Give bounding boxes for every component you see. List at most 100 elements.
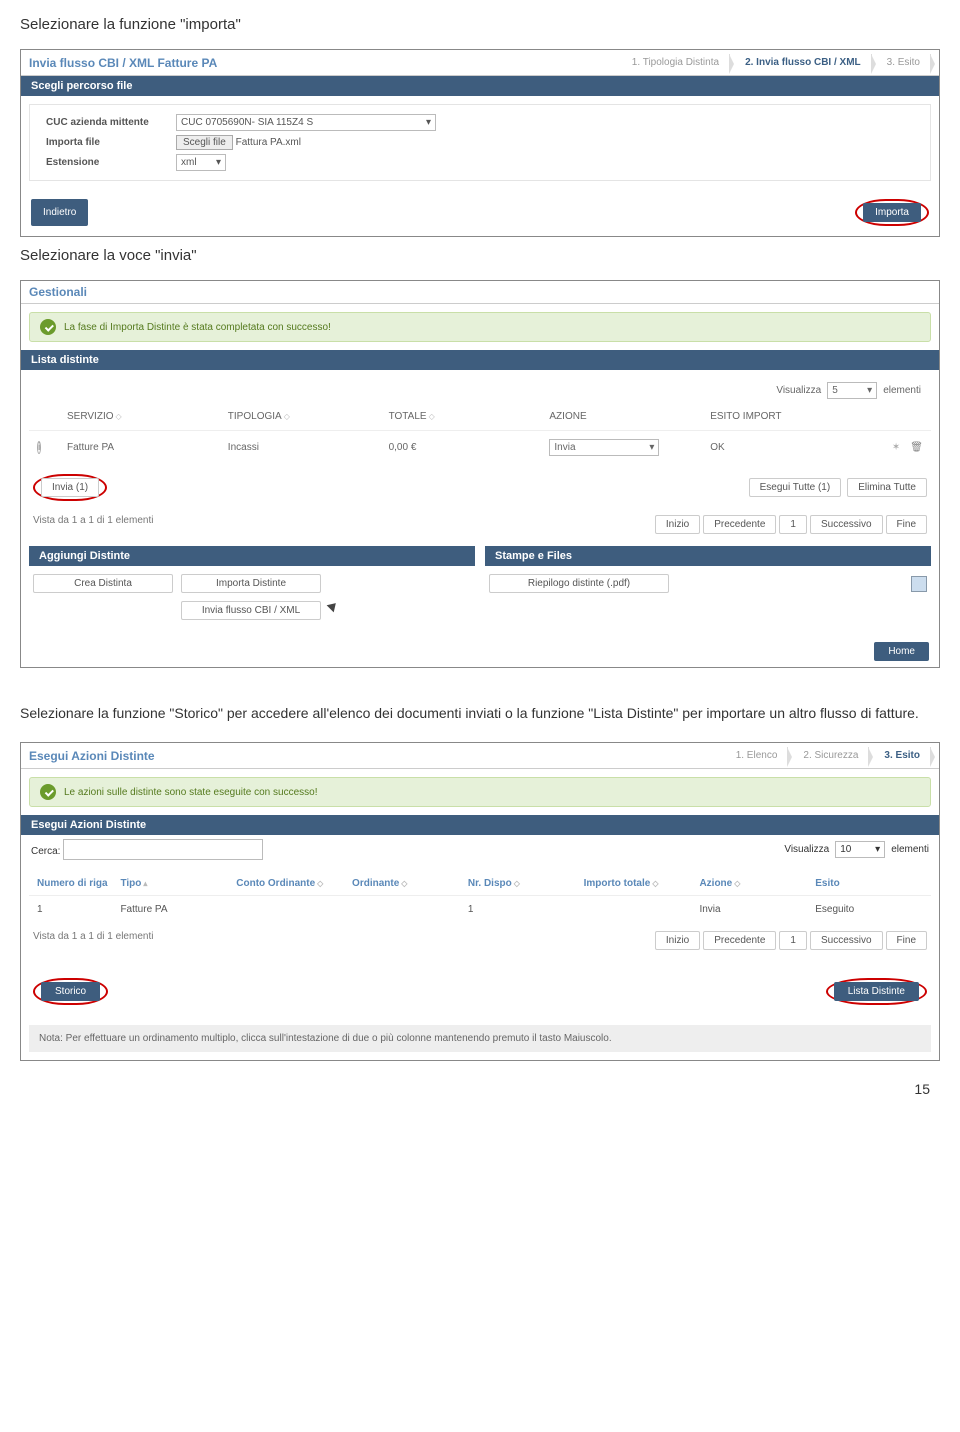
page-number: 15 bbox=[30, 1081, 930, 1097]
step-1: 1. Tipologia Distinta bbox=[617, 54, 730, 71]
panel3-title: Esegui Azioni Distinte bbox=[29, 749, 155, 763]
th-tipo[interactable]: Tipo▴ bbox=[116, 876, 232, 891]
cursor-icon bbox=[329, 601, 339, 615]
select-azione-invia[interactable]: Invia▾ bbox=[549, 439, 659, 456]
panel-invia-flusso: Invia flusso CBI / XML Fatture PA 1. Tip… bbox=[20, 49, 940, 237]
importa-distinte-button[interactable]: Importa Distinte bbox=[181, 574, 321, 593]
row-estensione: Estensione xml▾ bbox=[36, 151, 924, 174]
th-tipologia[interactable]: TIPOLOGIA◇ bbox=[224, 409, 385, 424]
select-cuc[interactable]: CUC 0705690N- SIA 115Z4 S▾ bbox=[176, 114, 436, 131]
page-fine-1[interactable]: Fine bbox=[886, 515, 927, 534]
nota-ordinamento: Nota: Per effettuare un ordinamento mult… bbox=[29, 1025, 931, 1052]
titlebar-1: Invia flusso CBI / XML Fatture PA 1. Tip… bbox=[21, 50, 939, 76]
storico-button[interactable]: Storico bbox=[41, 982, 100, 1001]
panel2-title: Gestionali bbox=[29, 285, 87, 299]
th-azione: AZIONE bbox=[545, 409, 706, 424]
th-esito: ESITO IMPORT bbox=[706, 409, 867, 424]
select-page-size-2[interactable]: 10▾ bbox=[835, 841, 885, 858]
success-banner-1: La fase di Importa Distinte è stata comp… bbox=[29, 312, 931, 342]
cell-esito: OK bbox=[706, 440, 867, 455]
vista-label-2: Vista da 1 a 1 di 1 elementi bbox=[33, 931, 153, 950]
page-succ-1[interactable]: Successivo bbox=[810, 515, 883, 534]
page-inizio-2[interactable]: Inizio bbox=[655, 931, 700, 950]
home-button[interactable]: Home bbox=[874, 642, 929, 661]
vista-label-1: Vista da 1 a 1 di 1 elementi bbox=[33, 515, 153, 534]
info-icon[interactable]: i bbox=[37, 441, 41, 454]
cerca-row: Cerca: Visualizza 10▾ elementi bbox=[21, 835, 939, 864]
page-prec-1[interactable]: Precedente bbox=[703, 515, 776, 534]
chosen-file-name: Fattura PA.xml bbox=[236, 137, 301, 148]
p3-step-1: 1. Elenco bbox=[721, 747, 789, 764]
row-cuc: CUC azienda mittente CUC 0705690N- SIA 1… bbox=[36, 111, 924, 134]
page-fine-2[interactable]: Fine bbox=[886, 931, 927, 950]
page-succ-2[interactable]: Successivo bbox=[810, 931, 883, 950]
lista-table: Visualizza 5▾ elementi SERVIZIO◇ TIPOLOG… bbox=[29, 378, 931, 538]
th-conto[interactable]: Conto Ordinante◇ bbox=[232, 876, 348, 891]
select-page-size-1[interactable]: 5▾ bbox=[827, 382, 877, 399]
invia-count-button[interactable]: Invia (1) bbox=[41, 478, 99, 497]
panel2-twocol: Aggiungi Distinte Crea Distinta Importa … bbox=[29, 546, 931, 628]
darkbar-stampe: Stampe e Files bbox=[485, 546, 931, 566]
titlebar-2: Gestionali bbox=[21, 281, 939, 304]
highlight-invia: Invia (1) bbox=[33, 474, 107, 501]
th-importo[interactable]: Importo totale◇ bbox=[580, 876, 696, 891]
crea-distinta-button[interactable]: Crea Distinta bbox=[33, 574, 173, 593]
highlight-importa: Importa bbox=[855, 199, 929, 226]
titlebar-3: Esegui Azioni Distinte 1. Elenco 2. Sicu… bbox=[21, 743, 939, 769]
page-prec-2[interactable]: Precedente bbox=[703, 931, 776, 950]
esegui-tutte-button[interactable]: Esegui Tutte (1) bbox=[749, 478, 842, 497]
panel3-steps: 1. Elenco 2. Sicurezza 3. Esito bbox=[721, 747, 931, 764]
trash-icon[interactable]: 🗑 bbox=[910, 442, 923, 453]
page-num-2[interactable]: 1 bbox=[779, 931, 807, 950]
pagination-2: Inizio Precedente 1 Successivo Fine bbox=[655, 931, 927, 950]
label-cuc: CUC azienda mittente bbox=[46, 117, 176, 128]
pdf-icon[interactable] bbox=[911, 576, 927, 592]
azioni-table: Numero di riga Tipo▴ Conto Ordinante◇ Or… bbox=[29, 872, 931, 958]
invia-flusso-button[interactable]: Invia flusso CBI / XML bbox=[181, 601, 321, 620]
th-nrdispo[interactable]: Nr. Dispo◇ bbox=[464, 876, 580, 891]
lista-distinte-button[interactable]: Lista Distinte bbox=[834, 982, 919, 1001]
pagination-1: Inizio Precedente 1 Successivo Fine bbox=[655, 515, 927, 534]
cerca-label: Cerca: bbox=[31, 846, 60, 857]
elimina-tutte-button[interactable]: Elimina Tutte bbox=[847, 478, 927, 497]
esito-eseguito: Eseguito bbox=[811, 902, 927, 917]
visualizza-row-1: Visualizza 5▾ elementi bbox=[29, 378, 931, 403]
azioni-table-head: Numero di riga Tipo▴ Conto Ordinante◇ Or… bbox=[29, 872, 931, 895]
highlight-storico: Storico bbox=[33, 978, 108, 1005]
select-ext[interactable]: xml▾ bbox=[176, 154, 226, 171]
lista-table-row: i Fatture PA Incassi 0,00 € Invia▾ OK ✶ … bbox=[29, 430, 931, 464]
cerca-input[interactable] bbox=[63, 839, 263, 860]
success-text-1: La fase di Importa Distinte è stata comp… bbox=[64, 322, 331, 333]
darkbar-aggiungi: Aggiungi Distinte bbox=[29, 546, 475, 566]
check-icon bbox=[40, 319, 56, 335]
gear-icon[interactable]: ✶ bbox=[892, 442, 900, 453]
page-inizio-1[interactable]: Inizio bbox=[655, 515, 700, 534]
chevron-down-icon: ▾ bbox=[426, 117, 431, 128]
panel1-title: Invia flusso CBI / XML Fatture PA bbox=[29, 56, 217, 70]
chevron-down-icon: ▾ bbox=[216, 157, 221, 168]
th-azione2[interactable]: Azione◇ bbox=[695, 876, 811, 891]
label-estensione: Estensione bbox=[46, 157, 176, 168]
p3-step-2: 2. Sicurezza bbox=[788, 747, 869, 764]
th-esito2[interactable]: Esito bbox=[811, 876, 927, 891]
th-ordinante[interactable]: Ordinante◇ bbox=[348, 876, 464, 891]
darkbar-esegui: Esegui Azioni Distinte bbox=[21, 815, 939, 835]
importa-button[interactable]: Importa bbox=[863, 203, 921, 222]
panel1-buttons: Indietro Importa bbox=[21, 189, 939, 236]
back-button[interactable]: Indietro bbox=[31, 199, 88, 226]
section-scegli-percorso: Scegli percorso file bbox=[21, 76, 939, 96]
caption-2: Selezionare la voce "invia" bbox=[20, 247, 940, 264]
darkbar-lista-distinte: Lista distinte bbox=[21, 350, 939, 370]
riepilogo-button[interactable]: Riepilogo distinte (.pdf) bbox=[489, 574, 669, 593]
success-banner-2: Le azioni sulle distinte sono state eseg… bbox=[29, 777, 931, 807]
th-totale[interactable]: TOTALE◇ bbox=[385, 409, 546, 424]
th-servizio[interactable]: SERVIZIO◇ bbox=[63, 409, 224, 424]
p3-step-3: 3. Esito bbox=[869, 747, 931, 764]
choose-file-button[interactable]: Scegli file bbox=[176, 135, 233, 150]
panel1-form: CUC azienda mittente CUC 0705690N- SIA 1… bbox=[29, 104, 931, 181]
page-num-1[interactable]: 1 bbox=[779, 515, 807, 534]
caption-3: Selezionare la funzione "Storico" per ac… bbox=[20, 702, 940, 724]
check-icon bbox=[40, 784, 56, 800]
caption-1: Selezionare la funzione "importa" bbox=[20, 16, 940, 33]
th-num[interactable]: Numero di riga bbox=[33, 876, 116, 891]
